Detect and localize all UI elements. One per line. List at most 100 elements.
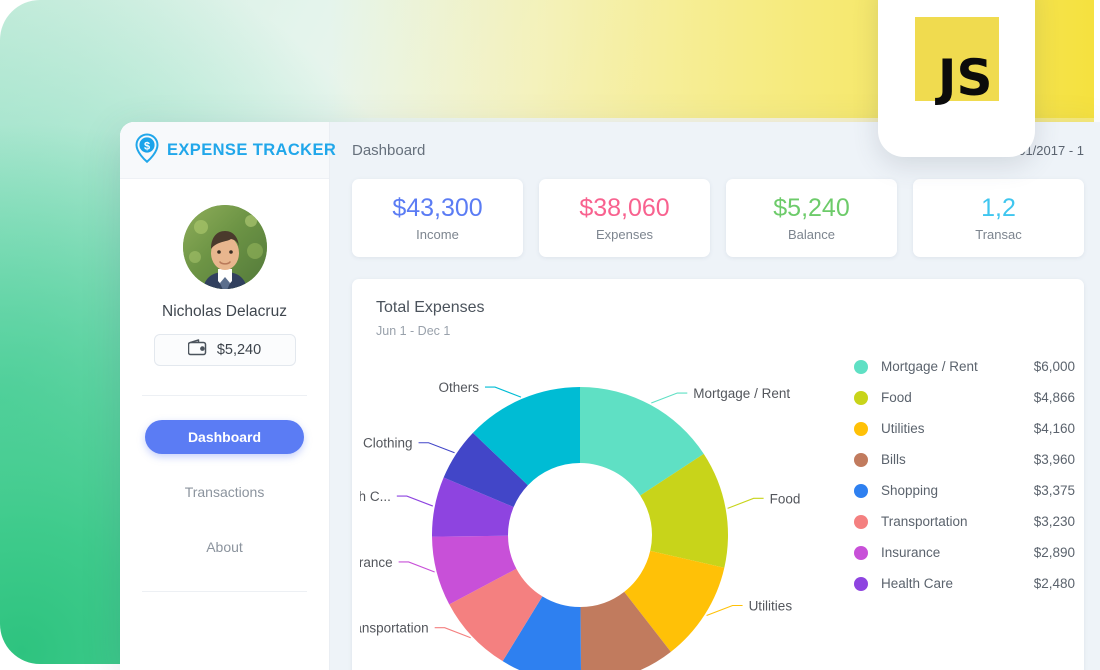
sidebar-item-about[interactable]: About (145, 530, 304, 564)
donut-slice-label: Mortgage / Rent (693, 386, 790, 401)
user-profile: Nicholas Delacruz $5,240 (120, 179, 329, 366)
legend-color-dot (854, 515, 868, 529)
legend-category: Insurance (881, 545, 1013, 560)
legend-row[interactable]: Insurance$2,8907. (854, 538, 1084, 567)
legend-amount: $6,000 (1013, 359, 1075, 374)
stat-value: $5,240 (773, 194, 849, 223)
legend-category: Mortgage / Rent (881, 359, 1013, 374)
legend-amount: $3,230 (1013, 514, 1075, 529)
legend-amount: $4,160 (1013, 421, 1075, 436)
legend-amount: $3,375 (1013, 483, 1075, 498)
chart-body: Mortgage / Rent Food Utilities Transportati… (352, 347, 1084, 670)
stats-row: $43,300 Income $38,060 Expenses $5,240 B… (330, 179, 1100, 257)
legend-color-dot (854, 453, 868, 467)
legend-row[interactable]: Bills$3,96010. (854, 445, 1084, 474)
donut-chart[interactable]: Mortgage / Rent Food Utilities Transportati… (360, 347, 850, 670)
donut-slice-label: Food (770, 491, 801, 506)
stat-value: $43,300 (392, 194, 482, 223)
legend-percent: 12. (1075, 390, 1084, 405)
stat-label: Income (416, 227, 459, 242)
chart-subtitle: Jun 1 - Dec 1 (376, 324, 1084, 338)
sidebar-item-label: About (206, 539, 243, 555)
donut-label-leader (399, 562, 435, 572)
stat-label: Expenses (596, 227, 653, 242)
donut-slice-label: Clothing (363, 436, 413, 451)
stat-label: Transac (975, 227, 1021, 242)
legend-amount: $2,890 (1013, 545, 1075, 560)
legend-row[interactable]: Food$4,86612. (854, 383, 1084, 412)
legend-category: Food (881, 390, 1013, 405)
legend-row[interactable]: Transportation$3,2308. (854, 507, 1084, 536)
total-expenses-card: Total Expenses Jun 1 - Dec 1 Mortgage / … (352, 279, 1084, 670)
stat-label: Balance (788, 227, 835, 242)
avatar[interactable] (183, 205, 267, 289)
legend-color-dot (854, 360, 868, 374)
stat-value: 1,2 (981, 194, 1016, 223)
nav-bottom-divider (142, 591, 307, 592)
legend-percent: 15. (1075, 359, 1084, 374)
main-content: Dashboard 6/01/2017 - 1 $43,300 Income $… (330, 122, 1100, 670)
brand-name: EXPENSE TRACKER (167, 141, 336, 160)
app-window: $ EXPENSE TRACKER (120, 122, 1100, 670)
legend-percent: 10. (1075, 421, 1084, 436)
stat-card-expenses[interactable]: $38,060 Expenses (539, 179, 710, 257)
wallet-amount: $5,240 (217, 342, 261, 358)
donut-slice-label: Transportation (360, 621, 429, 636)
sidebar-item-label: Dashboard (188, 429, 261, 445)
sidebar-nav: Dashboard Transactions About (120, 396, 329, 585)
legend-percent: 6. (1075, 576, 1084, 591)
legend-amount: $2,480 (1013, 576, 1075, 591)
legend-category: Utilities (881, 421, 1013, 436)
donut-slice-label: Utilities (749, 598, 793, 613)
legend-row[interactable]: Mortgage / Rent$6,00015. (854, 352, 1084, 381)
chart-legend: Mortgage / Rent$6,00015.Food$4,86612.Uti… (854, 352, 1084, 598)
donut-label-leader (485, 387, 521, 397)
location-pin-dollar-icon: $ (134, 133, 160, 168)
legend-row[interactable]: Utilities$4,16010. (854, 414, 1084, 443)
donut-label-leader (728, 498, 764, 508)
donut-label-leader (419, 443, 455, 453)
legend-percent: 10. (1075, 452, 1084, 467)
javascript-logo: JS (915, 17, 999, 101)
donut-label-leader (651, 393, 687, 403)
chart-title: Total Expenses (376, 299, 1084, 317)
legend-color-dot (854, 484, 868, 498)
stat-value: $38,060 (579, 194, 669, 223)
sidebar-item-dashboard[interactable]: Dashboard (145, 420, 304, 454)
legend-row[interactable]: Health Care$2,4806. (854, 569, 1084, 598)
wallet-icon (188, 339, 208, 361)
page-title: Dashboard (352, 142, 425, 159)
wallet-balance-pill[interactable]: $5,240 (154, 334, 296, 366)
stat-card-balance[interactable]: $5,240 Balance (726, 179, 897, 257)
donut-label-leader (707, 605, 743, 615)
legend-percent: 8. (1075, 483, 1084, 498)
donut-label-leader (435, 628, 471, 638)
legend-color-dot (854, 391, 868, 405)
stat-card-income[interactable]: $43,300 Income (352, 179, 523, 257)
javascript-badge-card: JS (878, 0, 1035, 157)
legend-category: Transportation (881, 514, 1013, 529)
legend-percent: 7. (1075, 545, 1084, 560)
stat-card-transactions[interactable]: 1,2 Transac (913, 179, 1084, 257)
legend-color-dot (854, 546, 868, 560)
brand-bar[interactable]: $ EXPENSE TRACKER (120, 122, 329, 179)
sidebar-item-transactions[interactable]: Transactions (145, 475, 304, 509)
legend-percent: 8. (1075, 514, 1084, 529)
legend-category: Bills (881, 452, 1013, 467)
sidebar: $ EXPENSE TRACKER (120, 122, 330, 670)
legend-category: Health Care (881, 576, 1013, 591)
donut-label-leader (397, 496, 433, 506)
legend-category: Shopping (881, 483, 1013, 498)
sidebar-item-label: Transactions (185, 484, 265, 500)
donut-slice-label: Insurance (360, 555, 393, 570)
legend-amount: $3,960 (1013, 452, 1075, 467)
legend-color-dot (854, 577, 868, 591)
javascript-logo-text: JS (938, 55, 999, 101)
legend-color-dot (854, 422, 868, 436)
legend-row[interactable]: Shopping$3,3758. (854, 476, 1084, 505)
donut-slice-label: Others (438, 380, 479, 395)
user-name: Nicholas Delacruz (120, 303, 329, 321)
legend-amount: $4,866 (1013, 390, 1075, 405)
svg-text:$: $ (144, 140, 150, 152)
donut-slice-label: Health C... (360, 489, 391, 504)
